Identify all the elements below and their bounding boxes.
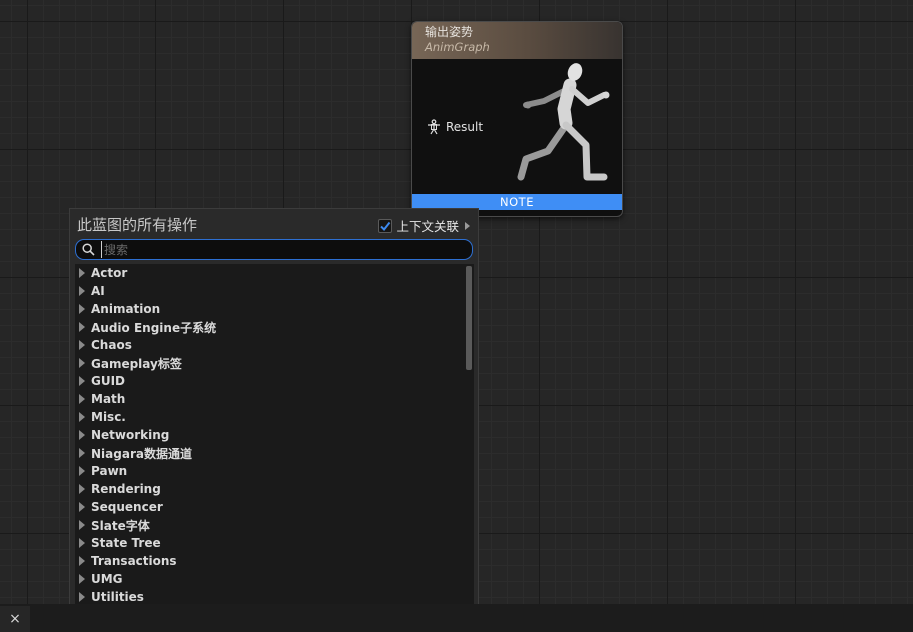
- menu-title: 此蓝图的所有操作: [77, 216, 198, 234]
- result-pin-label: Result: [446, 120, 484, 134]
- node-title: 输出姿势: [425, 25, 474, 39]
- expand-arrow-icon[interactable]: [79, 268, 85, 278]
- pose-pin-icon[interactable]: [426, 119, 442, 135]
- category-item[interactable]: Audio Engine子系统: [75, 318, 474, 336]
- category-item[interactable]: State Tree: [75, 534, 474, 552]
- expand-arrow-icon[interactable]: [79, 376, 85, 386]
- category-label: Pawn: [91, 464, 128, 478]
- expand-arrow-icon[interactable]: [79, 592, 85, 602]
- expand-arrow-icon[interactable]: [79, 466, 85, 476]
- category-label: Audio Engine子系统: [91, 320, 217, 335]
- category-item[interactable]: Math: [75, 390, 474, 408]
- category-label: Chaos: [91, 338, 132, 352]
- category-item[interactable]: Niagara数据通道: [75, 444, 474, 462]
- expand-arrow-icon[interactable]: [79, 340, 85, 350]
- category-label: Actor: [91, 266, 128, 280]
- checkmark-icon: [380, 221, 391, 231]
- category-label: GUID: [91, 374, 126, 388]
- category-label: Transactions: [91, 554, 177, 568]
- category-item[interactable]: Rendering: [75, 480, 474, 498]
- expand-arrow-icon[interactable]: [79, 322, 85, 332]
- category-item[interactable]: Sequencer: [75, 498, 474, 516]
- context-sensitive-toggle[interactable]: 上下文关联: [378, 216, 470, 235]
- category-label: Animation: [91, 302, 161, 316]
- category-item[interactable]: Animation: [75, 300, 474, 318]
- category-item[interactable]: Slate字体: [75, 516, 474, 534]
- expand-arrow-icon[interactable]: [79, 286, 85, 296]
- category-item[interactable]: UMG: [75, 570, 474, 588]
- node-body: Result: [412, 59, 622, 193]
- category-label: Misc.: [91, 410, 126, 424]
- expand-arrow-icon[interactable]: [79, 574, 85, 584]
- category-label: Sequencer: [91, 500, 163, 514]
- expand-arrow-icon[interactable]: [79, 358, 85, 368]
- result-pin[interactable]: Result: [426, 119, 483, 135]
- category-item[interactable]: Gameplay标签: [75, 354, 474, 372]
- category-label: UMG: [91, 572, 123, 586]
- category-item[interactable]: Actor: [75, 264, 474, 282]
- category-label: Rendering: [91, 482, 161, 496]
- bottom-bar: ×: [0, 604, 913, 632]
- action-menu: 此蓝图的所有操作 上下文关联 Actor AI Animation Audio Eng…: [69, 208, 479, 617]
- category-label: Niagara数据通道: [91, 446, 192, 461]
- category-item[interactable]: Misc.: [75, 408, 474, 426]
- output-pose-node[interactable]: 输出姿势 AnimGraph Result NOTE: [411, 21, 623, 217]
- search-box[interactable]: [75, 239, 473, 260]
- expand-arrow-icon[interactable]: [79, 394, 85, 404]
- expand-arrow-icon[interactable]: [79, 484, 85, 494]
- category-label: Networking: [91, 428, 170, 442]
- category-item[interactable]: Pawn: [75, 462, 474, 480]
- node-header[interactable]: 输出姿势 AnimGraph: [412, 22, 622, 59]
- expand-arrow-icon[interactable]: [79, 412, 85, 422]
- category-item[interactable]: AI: [75, 282, 474, 300]
- category-item[interactable]: Transactions: [75, 552, 474, 570]
- category-label: Gameplay标签: [91, 356, 182, 371]
- category-label: Math: [91, 392, 126, 406]
- mannequin-preview-icon: [517, 63, 610, 181]
- expand-arrow-icon[interactable]: [79, 520, 85, 530]
- scrollbar[interactable]: [466, 266, 472, 608]
- category-label: Utilities: [91, 590, 144, 604]
- scroll-thumb[interactable]: [466, 266, 472, 370]
- category-label: Slate字体: [91, 518, 150, 533]
- context-label: 上下文关联: [396, 219, 459, 234]
- close-button[interactable]: ×: [0, 606, 30, 632]
- expand-arrow-icon[interactable]: [79, 502, 85, 512]
- expand-arrow-icon[interactable]: [79, 556, 85, 566]
- category-item[interactable]: GUID: [75, 372, 474, 390]
- context-checkbox[interactable]: [378, 218, 393, 233]
- category-label: AI: [91, 284, 105, 298]
- expand-arrow-icon[interactable]: [79, 538, 85, 548]
- node-subtitle: AnimGraph: [425, 40, 490, 54]
- category-list[interactable]: Actor AI Animation Audio Engine子系统 Chaos Game…: [75, 264, 474, 612]
- expand-arrow-icon[interactable]: [79, 448, 85, 458]
- category-item[interactable]: Chaos: [75, 336, 474, 354]
- chevron-right-icon[interactable]: [465, 221, 470, 230]
- category-item[interactable]: Networking: [75, 426, 474, 444]
- expand-arrow-icon[interactable]: [79, 430, 85, 440]
- expand-arrow-icon[interactable]: [79, 304, 85, 314]
- search-input[interactable]: [101, 241, 464, 258]
- category-label: State Tree: [91, 536, 161, 550]
- search-icon: [82, 243, 95, 256]
